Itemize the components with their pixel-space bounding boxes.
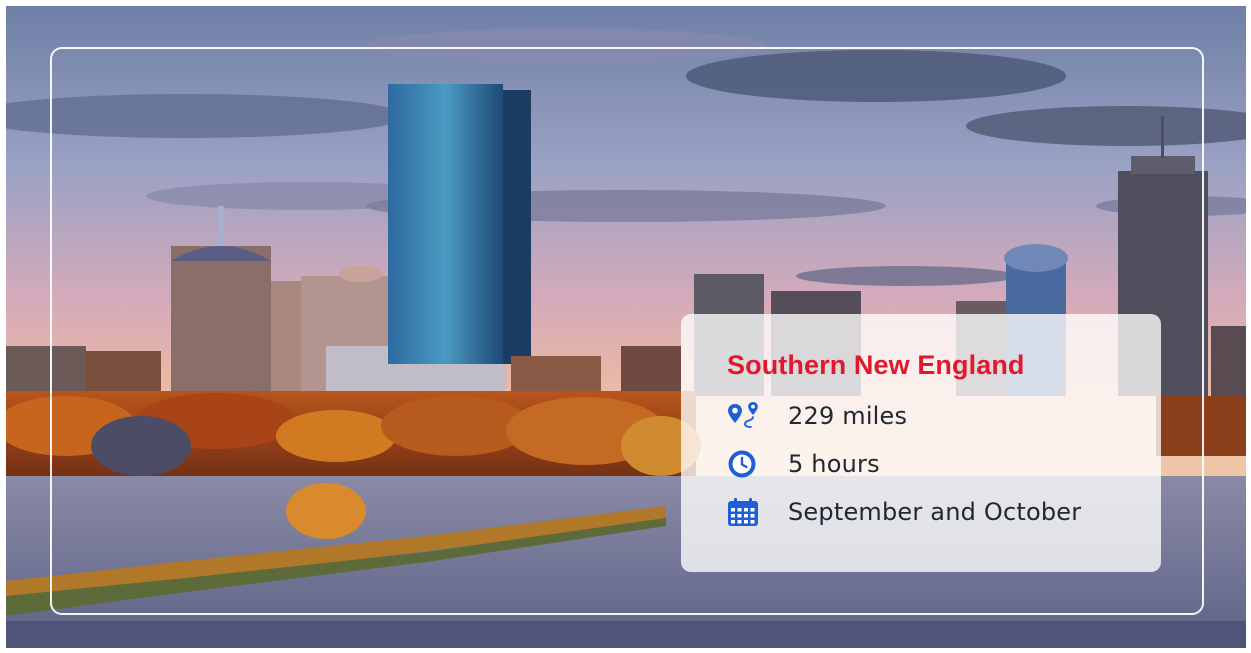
clock-icon xyxy=(727,449,761,479)
duration-text: 5 hours xyxy=(788,450,880,478)
season-row: September and October xyxy=(727,496,1161,528)
hero-scene: Southern New England 229 miles 5 hours S… xyxy=(6,6,1246,648)
trip-info-card: Southern New England 229 miles 5 hours S… xyxy=(681,314,1161,572)
distance-text: 229 miles xyxy=(788,402,908,430)
card-title: Southern New England xyxy=(727,350,1025,380)
duration-row: 5 hours xyxy=(727,448,1161,480)
distance-row: 229 miles xyxy=(727,400,1161,432)
season-text: September and October xyxy=(788,498,1082,526)
route-pin-icon xyxy=(727,401,761,431)
calendar-icon xyxy=(727,497,761,527)
